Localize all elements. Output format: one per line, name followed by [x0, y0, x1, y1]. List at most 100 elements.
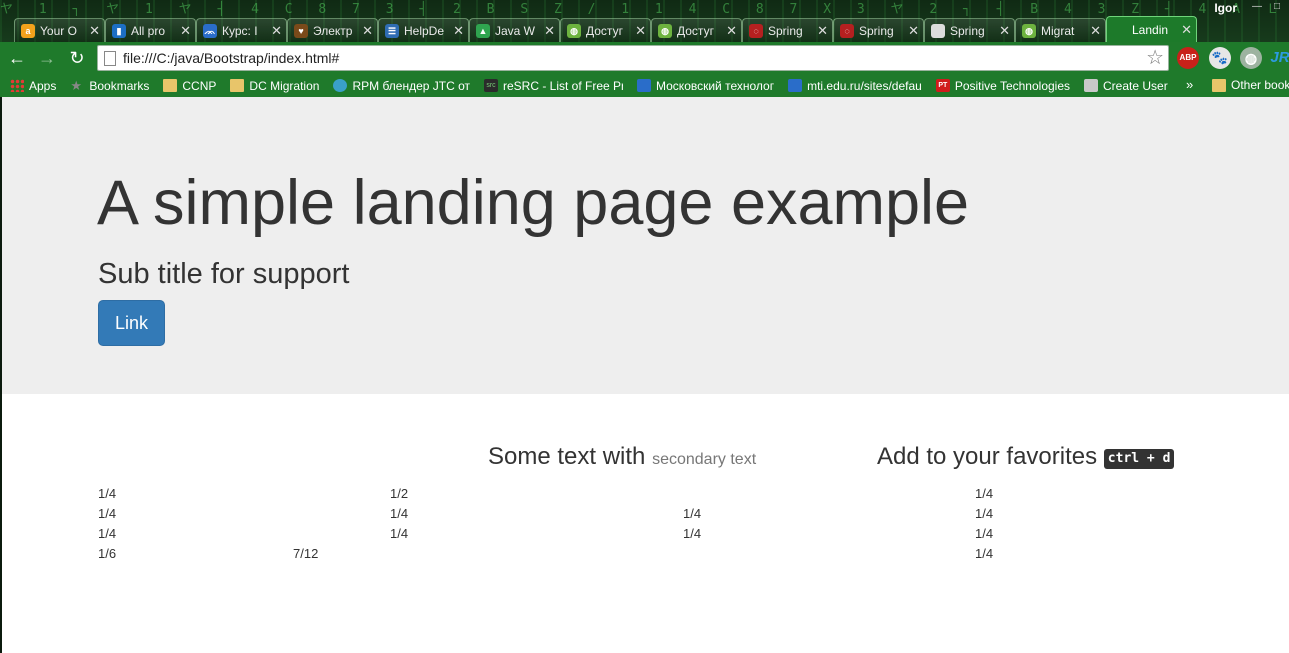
tab-label: All pro — [131, 23, 166, 38]
bookmark-item[interactable]: src reSRC - List of Free Pr — [484, 79, 623, 93]
tab-close-icon[interactable]: ✕ — [89, 23, 100, 39]
bookmark-label: DC Migration — [249, 78, 320, 93]
tab[interactable]: Spring ✕ — [924, 18, 1015, 42]
link-button[interactable]: Link — [98, 300, 165, 346]
heading-main-text: Some text with — [488, 443, 646, 470]
page-icon — [104, 50, 116, 66]
other-bookmarks-folder[interactable]: Other book — [1212, 78, 1289, 92]
tab-label: Migrat — [1041, 23, 1075, 38]
tab-close-icon[interactable]: ✕ — [817, 23, 828, 39]
folder-icon — [230, 79, 245, 92]
tab[interactable]: ▮ All pro ✕ — [105, 18, 196, 42]
grid-column: 1/4 — [975, 546, 994, 561]
tab-close-icon[interactable]: ✕ — [726, 23, 737, 39]
tab-favicon-icon: ☰ — [385, 23, 399, 38]
bookmark-item[interactable]: DC Migration — [230, 79, 319, 93]
bookmark-label: Московский технолог — [656, 78, 775, 93]
bookmark-item[interactable]: CCNP — [163, 79, 216, 93]
url-text[interactable]: file:///C:/java/Bootstrap/index.html# — [123, 50, 339, 66]
tab[interactable]: ◍ Достуг ✕ — [651, 18, 742, 42]
red-icon: PT — [935, 79, 950, 92]
tab-favicon-icon — [931, 23, 945, 38]
tab-label: Spring — [859, 23, 894, 38]
address-bar[interactable]: file:///C:/java/Bootstrap/index.html# ☆ — [97, 45, 1169, 71]
other-bookmarks-label: Other book — [1231, 78, 1289, 92]
heading-secondary-text: Some text with secondary text — [488, 442, 756, 475]
grid-column: 1/4 — [683, 526, 702, 541]
tab-favicon-icon: ◍ — [658, 23, 672, 38]
tab-label: Курс: I — [222, 23, 258, 38]
tab-close-icon[interactable]: ✕ — [271, 23, 282, 39]
tab-favicon-icon: ▮ — [112, 23, 126, 38]
page-viewport: A simple landing page example Sub title … — [2, 97, 1289, 653]
tab-close-icon[interactable]: ✕ — [1181, 22, 1192, 38]
bookmark-item[interactable]: Apps — [10, 79, 56, 93]
bookmark-label: Apps — [29, 78, 57, 93]
tab-favicon-icon: ♥ — [294, 23, 308, 38]
bookmark-item[interactable]: mti.edu.ru/sites/defau — [788, 79, 922, 93]
minimize-button[interactable]: — — [1249, 0, 1265, 14]
grid-column: 1/4 — [390, 526, 409, 541]
tab[interactable]: ᨏ Курс: I ✕ — [196, 18, 287, 42]
tab-close-icon[interactable]: ✕ — [1090, 23, 1101, 39]
tab-label: Достуг — [677, 23, 714, 38]
bookmark-item[interactable]: ★ Bookmarks — [70, 79, 149, 93]
bookmark-label: Create User — [1103, 78, 1168, 93]
globe-extension-icon[interactable]: ◍ — [1240, 47, 1262, 69]
grid-icon — [10, 79, 24, 92]
tab-close-icon[interactable]: ✕ — [635, 23, 646, 39]
tab[interactable]: ♥ Электр ✕ — [287, 18, 378, 42]
heading-favorites: Add to your favorites ctrl + d — [877, 442, 1175, 472]
bookmark-item[interactable]: Create User — [1084, 79, 1168, 93]
page-title: A simple landing page example — [97, 168, 970, 238]
page-subtitle: Sub title for support — [98, 258, 350, 290]
tab[interactable]: ◍ Migrat ✕ — [1015, 18, 1106, 42]
bookmark-label: reSRC - List of Free Pr — [503, 78, 623, 93]
cat-extension-icon[interactable]: 🐾 — [1209, 47, 1231, 69]
teal-icon — [333, 79, 348, 92]
bookmark-item[interactable]: RPM блендер JTC от — [333, 79, 470, 93]
tab-favicon-icon: ◍ — [567, 23, 581, 38]
tab[interactable]: ☰ HelpDe ✕ — [378, 18, 469, 42]
tab-favicon-icon: a — [21, 23, 35, 38]
bookmark-item[interactable]: PT Positive Technologies — [935, 79, 1070, 93]
tab-close-icon[interactable]: ✕ — [908, 23, 919, 39]
jrebel-extension-icon[interactable]: JR — [1270, 47, 1289, 69]
bookmark-star-icon[interactable]: ☆ — [1146, 47, 1164, 69]
tab-label: Spring — [768, 23, 803, 38]
tab-close-icon[interactable]: ✕ — [453, 23, 464, 39]
bookmarks-bar: Apps ★ Bookmarks CCNP DC Migration RPM бленде… — [0, 74, 1289, 97]
gray-icon — [1084, 79, 1099, 92]
forward-button[interactable]: → — [34, 45, 60, 71]
grid-column: 1/4 — [98, 526, 117, 541]
reload-button[interactable]: ↻ — [64, 45, 90, 71]
tab-close-icon[interactable]: ✕ — [999, 23, 1010, 39]
star-icon: ★ — [70, 78, 83, 93]
tab[interactable]: ◌ Spring ✕ — [833, 18, 924, 42]
grid-row: 1/4 1/4 1/4 1/4 — [2, 504, 1289, 524]
tab[interactable]: a Your O ✕ — [14, 18, 105, 42]
tab-label: Spring — [950, 23, 985, 38]
tab[interactable]: ◌ Spring ✕ — [742, 18, 833, 42]
bookmark-label: Bookmarks — [89, 78, 150, 93]
tab[interactable]: ▲ Java W ✕ — [469, 18, 560, 42]
back-button[interactable]: ← — [4, 45, 30, 71]
tab-favicon-icon: ᨏ — [203, 23, 217, 38]
bookmarks-list: Apps ★ Bookmarks CCNP DC Migration RPM бленде… — [10, 79, 1182, 93]
window-titlebar: ヤ 1 ┐ ヤ 1 ヤ ┤ 4 C 8 7 3 ┤ 2 B S Z / 1 1 … — [0, 0, 1289, 42]
grid-column: 1/4 — [975, 506, 994, 521]
bookmark-item[interactable]: Московский технолог — [637, 79, 774, 93]
tab-close-icon[interactable]: ✕ — [180, 23, 191, 39]
maximize-button[interactable]: □ — [1269, 0, 1285, 14]
tab-favicon-icon: ◌ — [749, 23, 763, 38]
profile-name[interactable]: Igor — [1214, 1, 1237, 15]
tab[interactable]: ◍ Достуг ✕ — [560, 18, 651, 42]
bookmark-label: RPM блендер JTC от — [352, 78, 470, 93]
tab-close-icon[interactable]: ✕ — [362, 23, 373, 39]
bookmarks-overflow-button[interactable]: » — [1186, 77, 1193, 92]
grid-column: 1/6 — [98, 546, 117, 561]
grid-column: 1/4 — [683, 506, 702, 521]
tab-close-icon[interactable]: ✕ — [544, 23, 555, 39]
adblock-extension-icon[interactable]: ABP — [1177, 47, 1199, 69]
tab-active[interactable]: Landin ✕ — [1106, 16, 1197, 42]
